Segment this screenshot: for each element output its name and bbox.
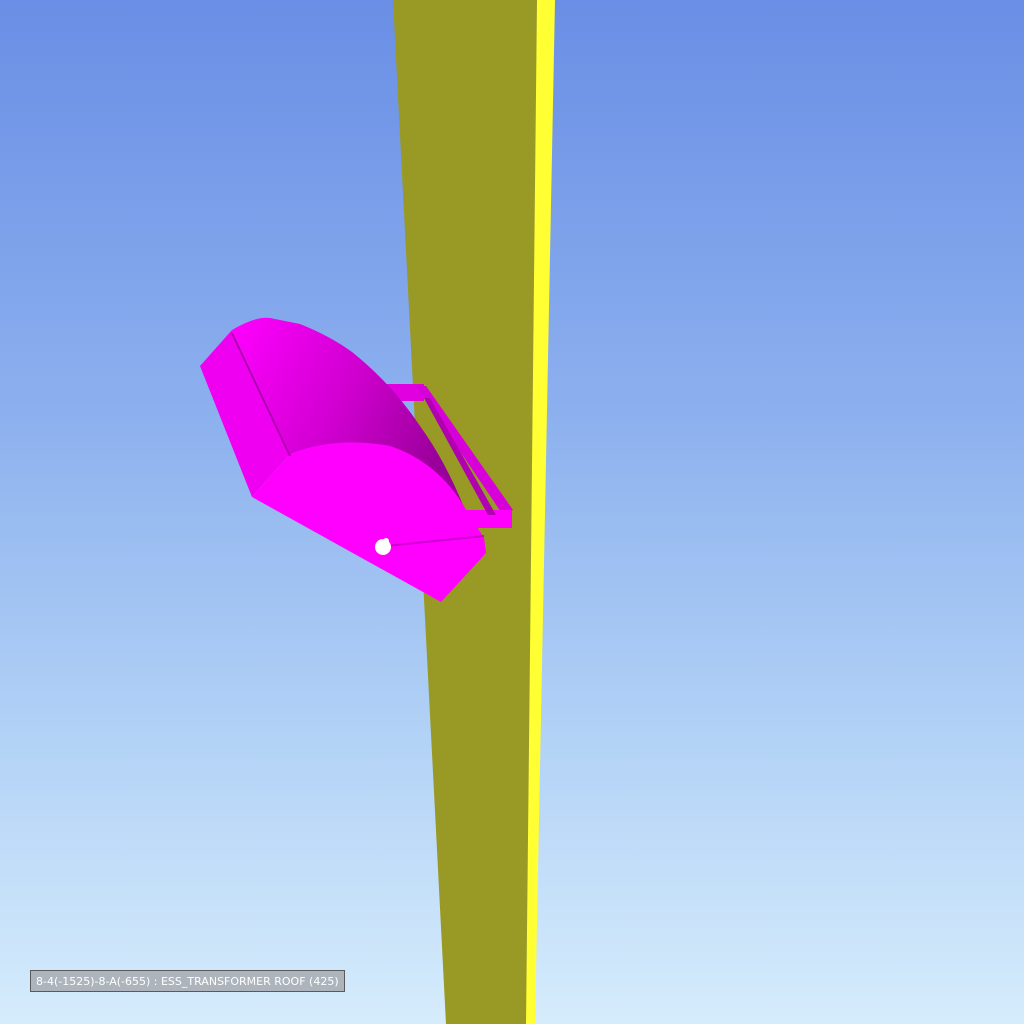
scene-canvas[interactable] — [0, 0, 1024, 1024]
3d-viewport[interactable]: 8-4(-1525)-8-A(-655) : ESS_TRANSFORMER R… — [0, 0, 1024, 1024]
selection-status-label: 8-4(-1525)-8-A(-655) : ESS_TRANSFORMER R… — [30, 970, 345, 992]
